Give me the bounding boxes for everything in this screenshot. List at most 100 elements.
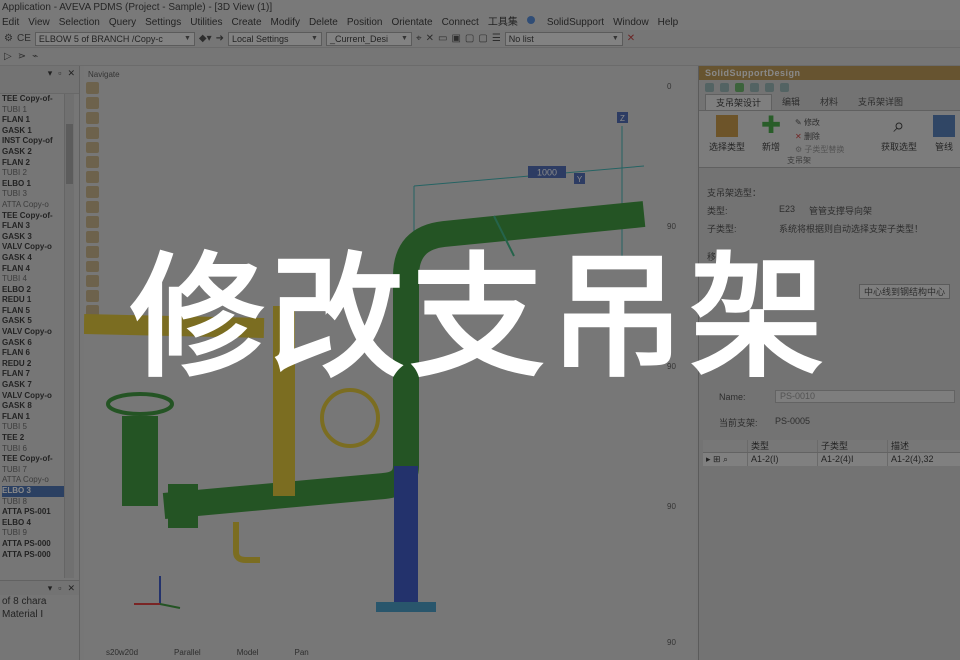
quick-access-toolbar: [699, 80, 960, 94]
pipeline-button[interactable]: 管线: [927, 115, 960, 153]
redo-icon[interactable]: [720, 82, 729, 92]
menu-item[interactable]: Query: [109, 16, 136, 30]
list-icon[interactable]: ☰: [492, 33, 501, 44]
menu-item[interactable]: Edit: [2, 16, 19, 30]
ribbon-tab[interactable]: 编辑: [772, 94, 810, 110]
menu-item[interactable]: Connect: [442, 16, 479, 30]
binoculars-icon[interactable]: ⌖: [416, 33, 422, 44]
tree-item[interactable]: FLAN 2: [2, 158, 64, 169]
ribbon-tab[interactable]: 支吊架详图: [848, 94, 913, 110]
tree-item[interactable]: INST Copy-of: [2, 136, 64, 147]
tool-icon[interactable]: [750, 82, 759, 92]
tree-item[interactable]: TEE Copy-of-: [2, 211, 64, 222]
table-row[interactable]: ▸ ⊞ ⌕ A1-2(I) A1-2(4)I A1-2(4),32: [703, 453, 960, 466]
menu-item[interactable]: Delete: [309, 16, 338, 30]
play-icon[interactable]: ▷: [4, 51, 12, 62]
dropdown-icon[interactable]: ▾: [48, 581, 53, 595]
tool-icon[interactable]: [765, 82, 774, 92]
tree-item[interactable]: ATTA Copy-o: [2, 200, 64, 211]
tree-item[interactable]: ATTA PS-000: [2, 550, 64, 561]
add-icon[interactable]: [735, 82, 744, 92]
back-arrow-icon[interactable]: ◆▾: [199, 33, 212, 44]
menu-item[interactable]: 工具集: [488, 16, 518, 30]
dropdown-icon[interactable]: ▾: [48, 66, 53, 80]
tree-item[interactable]: GASK 2: [2, 147, 64, 158]
modify-button[interactable]: ✎ 修改: [795, 117, 820, 128]
tree-item[interactable]: TUBI 3: [2, 189, 64, 200]
scrollbar-thumb[interactable]: [66, 124, 73, 184]
close-icon[interactable]: ✕: [426, 33, 434, 44]
settings-combo[interactable]: Local Settings ▼: [227, 31, 322, 46]
subtype-replace-button[interactable]: ⚙ 子类型替换: [795, 144, 844, 155]
tree-item[interactable]: TEE Copy-of-: [2, 454, 64, 465]
close-icon[interactable]: ✕: [67, 66, 75, 80]
clear-icon[interactable]: ✕: [627, 33, 635, 44]
menu-item[interactable]: Modify: [271, 16, 300, 30]
ribbon-tab[interactable]: 支吊架设计: [705, 94, 773, 110]
menu-item[interactable]: Utilities: [190, 16, 222, 30]
tree-item[interactable]: ELBO 3: [2, 485, 64, 497]
explorer-toolbar: [0, 80, 79, 94]
gizmo-y-axis: [159, 603, 181, 609]
tree-item[interactable]: TEE Copy-of-: [2, 94, 64, 105]
settings-icon[interactable]: ⚙: [4, 33, 13, 44]
tree-item[interactable]: TUBI 6: [2, 444, 64, 455]
link-icon[interactable]: ⌁: [32, 51, 38, 62]
close-icon[interactable]: ✕: [67, 581, 75, 595]
green-valve-flange: [168, 484, 198, 528]
menu-item[interactable]: View: [28, 16, 50, 30]
ribbon-tabs: 支吊架设计 编辑 材料 支吊架详图: [699, 94, 960, 110]
green-valve-body: [122, 416, 158, 506]
tree-item[interactable]: ELBO 4: [2, 518, 64, 529]
menu-item[interactable]: Help: [658, 16, 679, 30]
select-type-icon: [716, 115, 738, 137]
menu-item[interactable]: Position: [347, 16, 383, 30]
menu-item[interactable]: Orientate: [391, 16, 432, 30]
copy-icon[interactable]: ▭: [438, 33, 447, 44]
tree-item[interactable]: GASK 8: [2, 401, 64, 412]
view-status-bar: s20w20d Parallel Model Pan: [84, 646, 696, 660]
window-icon[interactable]: ▢: [465, 33, 474, 44]
menu-item[interactable]: Selection: [59, 16, 100, 30]
menu-item[interactable]: SolidSupport: [547, 16, 604, 30]
design-combo[interactable]: _Current_Desi ▼: [325, 31, 412, 46]
menu-item[interactable]: Settings: [145, 16, 181, 30]
save-icon[interactable]: ▣: [451, 33, 460, 44]
grid-header: 类型 子类型 描述: [703, 440, 960, 453]
tool-icon[interactable]: [780, 82, 789, 92]
restore-icon[interactable]: ▫: [58, 66, 61, 80]
tree-item[interactable]: ATTA Copy-o: [2, 475, 64, 486]
undo-icon[interactable]: [705, 82, 714, 92]
attributes-header: ▾ ▫ ✕: [0, 581, 79, 595]
settings-combo-value: Local Settings: [231, 33, 289, 44]
add-button[interactable]: ✚ 新增: [755, 114, 787, 153]
status-mode: Model: [236, 648, 259, 657]
menu-item[interactable]: Window: [613, 16, 649, 30]
tree-item[interactable]: FLAN 3: [2, 221, 64, 232]
tree-item[interactable]: TUBI 7: [2, 465, 64, 476]
tree-item[interactable]: ELBO 1: [2, 179, 64, 190]
tree-item[interactable]: TEE 2: [2, 433, 64, 444]
tree-item[interactable]: FLAN 1: [2, 412, 64, 423]
forward-arrow-icon[interactable]: ➜: [216, 33, 224, 44]
tree-item[interactable]: TUBI 8: [2, 497, 64, 508]
secondary-toolbar: ▷ ⋗ ⌁: [0, 48, 960, 66]
tree-item[interactable]: TUBI 5: [2, 422, 64, 433]
menu-item[interactable]: Create: [231, 16, 261, 30]
element-combo[interactable]: ELBOW 5 of BRANCH /Copy-c ▼: [34, 31, 195, 46]
step-icon[interactable]: ⋗: [18, 51, 26, 62]
tree-item[interactable]: GASK 1: [2, 126, 64, 137]
get-selected-button[interactable]: ⌕ 获取选型: [877, 115, 921, 153]
tree-item[interactable]: FLAN 1: [2, 115, 64, 126]
select-type-button[interactable]: 选择类型: [705, 115, 749, 153]
tree-item[interactable]: TUBI 2: [2, 168, 64, 179]
restore-icon[interactable]: ▫: [58, 581, 61, 595]
tree-item[interactable]: TUBI 1: [2, 105, 64, 116]
ribbon-tab[interactable]: 材料: [810, 94, 848, 110]
window-icon[interactable]: ▢: [478, 33, 487, 44]
tree-item[interactable]: ATTA PS-000: [2, 539, 64, 550]
tree-item[interactable]: ATTA PS-001: [2, 507, 64, 518]
delete-button[interactable]: ✕ 删除: [795, 131, 820, 142]
list-combo[interactable]: No list ▼: [504, 31, 623, 46]
tree-item[interactable]: TUBI 9: [2, 528, 64, 539]
